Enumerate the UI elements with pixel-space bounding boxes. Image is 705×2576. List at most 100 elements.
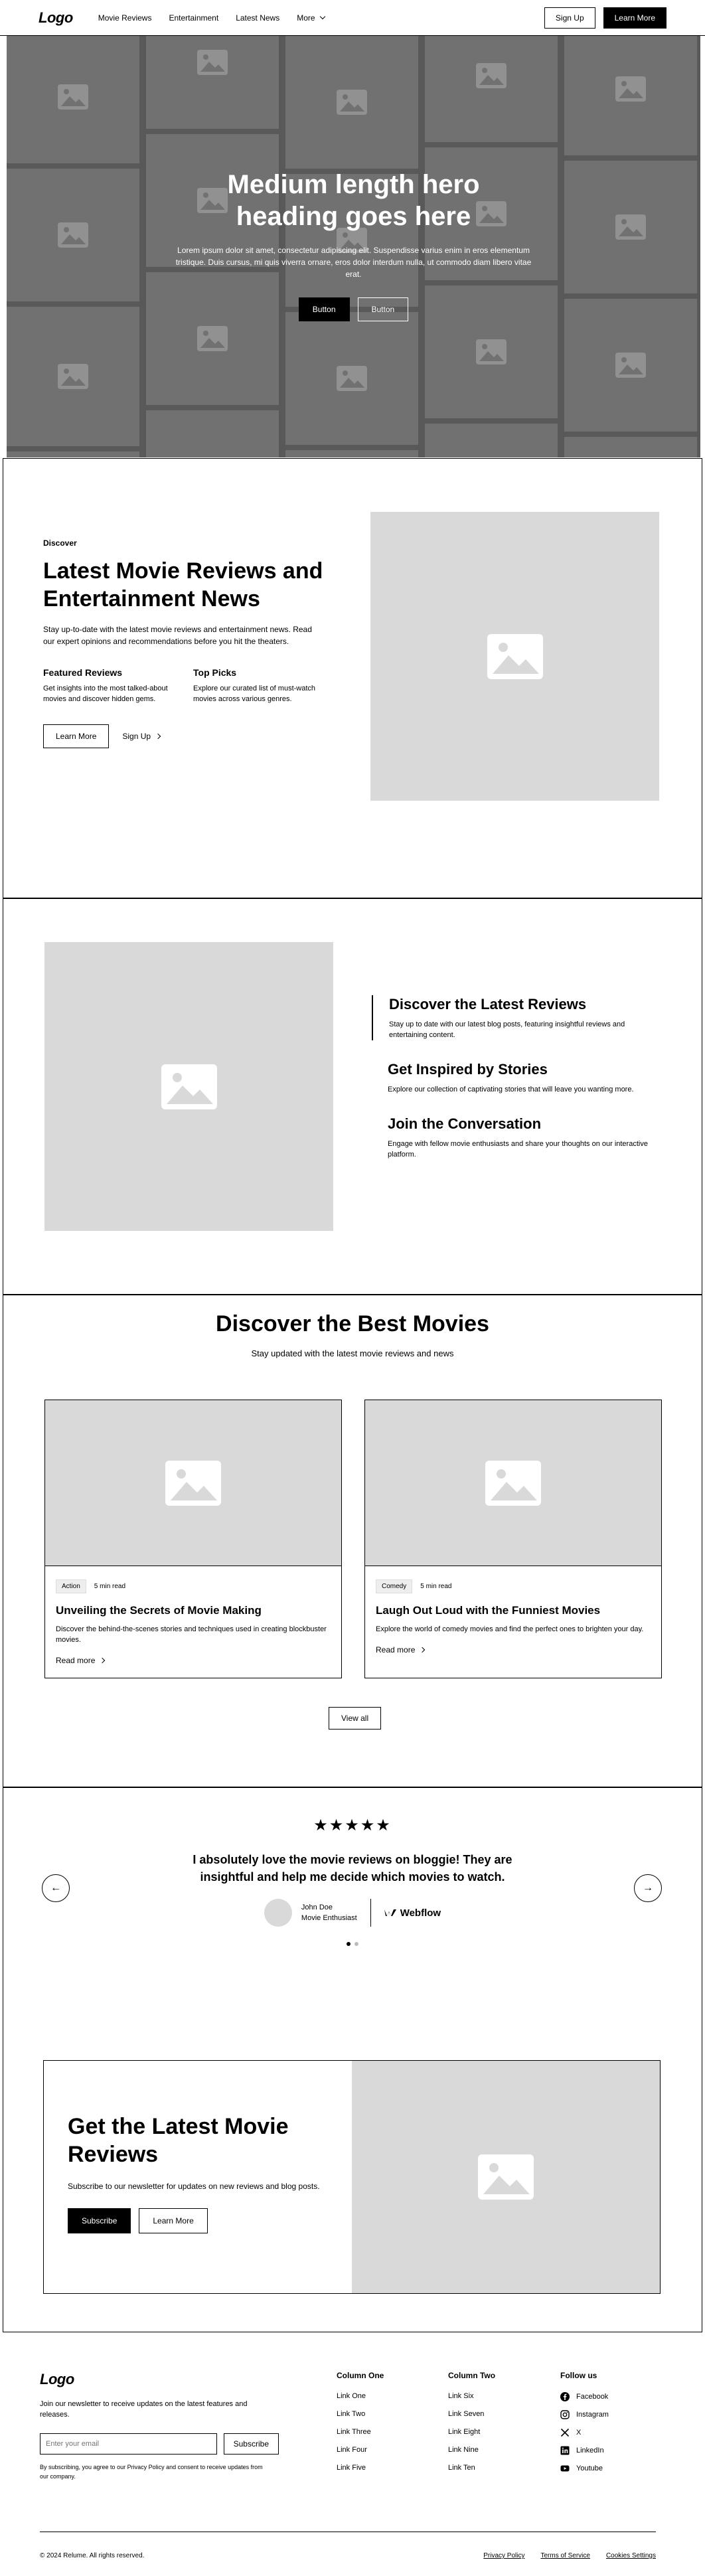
email-input[interactable] xyxy=(40,2433,217,2455)
footer-link[interactable]: Link Two xyxy=(337,2410,384,2418)
terms-link[interactable]: Terms of Service xyxy=(540,2552,589,2559)
tab-title: Discover the Latest Reviews xyxy=(389,996,587,1012)
footer-link[interactable]: Link Nine xyxy=(448,2446,495,2454)
footer-link[interactable]: Link Ten xyxy=(448,2464,495,2472)
social-link-linkedin[interactable]: LinkedIn xyxy=(560,2446,609,2455)
footer-link[interactable]: Link Eight xyxy=(448,2428,495,2436)
column-title: Follow us xyxy=(560,2371,597,2380)
nav-more-dropdown[interactable]: More xyxy=(297,13,325,23)
company-logo: Webflow xyxy=(384,1907,441,1919)
slider-dot-active[interactable] xyxy=(347,1942,351,1946)
tabs-image-placeholder xyxy=(44,942,333,1231)
cookies-link[interactable]: Cookies Settings xyxy=(606,2552,656,2559)
footer-subscribe-button[interactable]: Subscribe xyxy=(223,2433,279,2455)
tab-item[interactable]: Get Inspired by Stories Explore our coll… xyxy=(372,1060,651,1095)
about-signup-label: Sign Up xyxy=(122,732,151,741)
cta-learn-more-button[interactable]: Learn More xyxy=(139,2208,208,2233)
logo[interactable]: Logo xyxy=(39,9,73,27)
tab-body: Stay up to date with our latest blog pos… xyxy=(389,1020,625,1039)
hero-secondary-button[interactable]: Button xyxy=(357,297,409,321)
chevron-right-icon xyxy=(155,733,161,740)
signup-button[interactable]: Sign Up xyxy=(544,7,595,29)
about-learn-more-button[interactable]: Learn More xyxy=(43,724,110,748)
tab-item[interactable]: Join the Conversation Engage with fellow… xyxy=(372,1115,651,1160)
author-name: John Doe xyxy=(301,1903,333,1911)
footer-logo[interactable]: Logo xyxy=(40,2371,279,2388)
arrow-left-icon: ← xyxy=(50,1882,61,1893)
navbar: Logo Movie Reviews Entertainment Latest … xyxy=(0,0,705,36)
footer-link[interactable]: Link Six xyxy=(448,2392,495,2400)
hero-section: Medium length hero heading goes here Lor… xyxy=(7,36,700,457)
footer-link[interactable]: Link Three xyxy=(337,2428,384,2436)
chevron-right-icon xyxy=(100,1657,106,1664)
image-icon xyxy=(165,1460,221,1506)
about-heading: Latest Movie Reviews and Entertainment N… xyxy=(43,558,323,611)
feature-item: Top Picks Explore our curated list of mu… xyxy=(193,667,326,704)
cta-image-placeholder xyxy=(352,2061,660,2293)
webflow-icon xyxy=(384,1909,396,1916)
image-icon xyxy=(161,1064,217,1109)
footer-bottom: © 2024 Relume. All rights reserved. Priv… xyxy=(40,2532,656,2559)
author-role: Movie Enthusiast xyxy=(301,1914,357,1922)
footer-column-one: Column One Link One Link Two Link Three … xyxy=(337,2371,384,2482)
read-time: 5 min read xyxy=(94,1583,126,1590)
blog-subheading: Stay updated with the latest movie revie… xyxy=(251,1348,454,1358)
about-section: Discover Latest Movie Reviews and Entert… xyxy=(3,458,702,898)
social-link-instagram[interactable]: Instagram xyxy=(560,2410,609,2419)
social-label: Facebook xyxy=(576,2393,609,2401)
company-name: Webflow xyxy=(400,1907,441,1919)
cta-block: Get the Latest Movie Reviews Subscribe t… xyxy=(43,2060,661,2294)
feature-body: Explore our curated list of must-watch m… xyxy=(193,684,316,703)
blog-card[interactable]: Comedy 5 min read Laugh Out Loud with the… xyxy=(364,1400,662,1678)
footer-link[interactable]: Link Five xyxy=(337,2464,384,2472)
tab-item-active[interactable]: Discover the Latest Reviews Stay up to d… xyxy=(372,995,651,1040)
x-icon xyxy=(560,2428,570,2437)
card-body: Explore the world of comedy movies and f… xyxy=(376,1625,644,1633)
instagram-icon xyxy=(560,2410,570,2419)
cta-subscribe-button[interactable]: Subscribe xyxy=(68,2208,131,2233)
nav-links: Movie Reviews Entertainment Latest News … xyxy=(98,13,325,23)
social-link-youtube[interactable]: Youtube xyxy=(560,2464,609,2473)
youtube-icon xyxy=(560,2465,570,2472)
view-all-button[interactable]: View all xyxy=(329,1707,382,1730)
about-lead: Stay up-to-date with the latest movie re… xyxy=(43,625,312,646)
social-link-facebook[interactable]: Facebook xyxy=(560,2392,609,2401)
next-arrow-button[interactable]: → xyxy=(634,1874,662,1902)
blog-card[interactable]: Action 5 min read Unveiling the Secrets o… xyxy=(44,1400,342,1678)
footer-link[interactable]: Link Seven xyxy=(448,2410,495,2418)
slider-dots xyxy=(3,1942,702,1946)
blog-heading: Discover the Best Movies xyxy=(216,1311,489,1336)
testimonial-author: John Doe Movie Enthusiast Webflow xyxy=(3,1899,702,1927)
nav-link-entertainment[interactable]: Entertainment xyxy=(169,13,218,23)
footer-link[interactable]: Link One xyxy=(337,2392,384,2400)
read-more-link[interactable]: Read more xyxy=(56,1656,106,1665)
feature-title: Top Picks xyxy=(193,667,237,678)
card-title: Laugh Out Loud with the Funniest Movies xyxy=(376,1604,601,1617)
rating-stars: ★★★★★ xyxy=(313,1816,392,1834)
cta-body: Subscribe to our newsletter for updates … xyxy=(68,2182,320,2191)
read-more-label: Read more xyxy=(376,1645,416,1654)
read-more-link[interactable]: Read more xyxy=(376,1645,426,1654)
blog-section: Discover the Best Movies Stay updated wi… xyxy=(3,1295,702,1787)
read-more-label: Read more xyxy=(56,1656,96,1665)
learn-more-button[interactable]: Learn More xyxy=(603,7,666,29)
prev-arrow-button[interactable]: ← xyxy=(42,1874,70,1902)
social-link-x[interactable]: X xyxy=(560,2428,609,2437)
card-body: Discover the behind-the-scenes stories a… xyxy=(56,1625,327,1644)
hero-primary-button[interactable]: Button xyxy=(298,297,350,321)
tab-title: Get Inspired by Stories xyxy=(388,1061,548,1078)
slider-dot[interactable] xyxy=(354,1942,358,1946)
privacy-policy-link[interactable]: Privacy Policy xyxy=(483,2552,524,2559)
card-image-placeholder xyxy=(365,1400,661,1566)
about-signup-link[interactable]: Sign Up xyxy=(122,732,161,741)
copyright: © 2024 Relume. All rights reserved. xyxy=(40,2552,145,2559)
category-tag: Comedy xyxy=(376,1579,413,1593)
image-icon xyxy=(478,2154,534,2200)
footer-link[interactable]: Link Four xyxy=(337,2446,384,2454)
testimonial-quote: I absolutely love the movie reviews on b… xyxy=(193,1853,512,1884)
nav-link-movie-reviews[interactable]: Movie Reviews xyxy=(98,13,152,23)
facebook-icon xyxy=(560,2392,570,2401)
nav-link-latest-news[interactable]: Latest News xyxy=(236,13,279,23)
hero-heading: Medium length hero heading goes here xyxy=(227,170,480,231)
tab-title: Join the Conversation xyxy=(388,1115,542,1132)
